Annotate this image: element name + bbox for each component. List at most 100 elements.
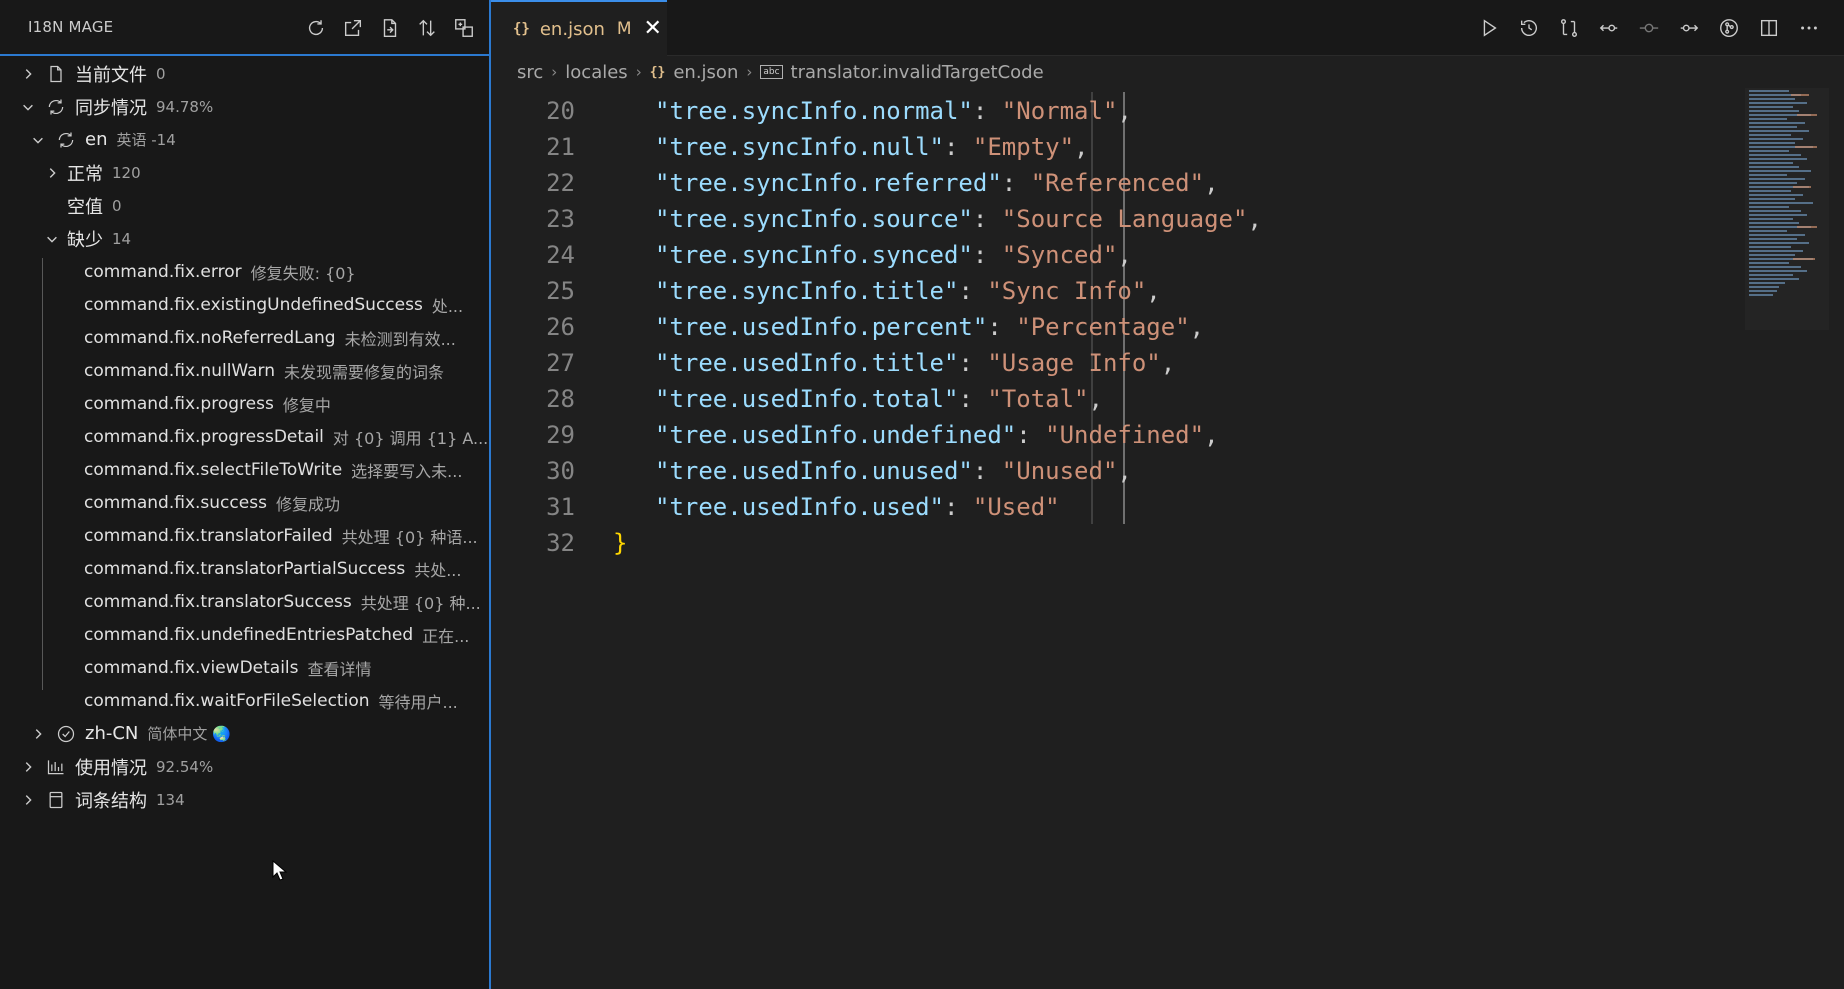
json-value: "Percentage" [1016, 313, 1190, 341]
code-line: 20 "tree.syncInfo.normal": "Normal", [491, 93, 1132, 129]
json-comma: , [1088, 385, 1103, 413]
open-external-icon[interactable] [339, 14, 366, 41]
close-icon[interactable]: ✕ [644, 18, 662, 40]
modified-badge: M [616, 19, 632, 39]
missing-entry[interactable]: command.fix.translatorFailed 共处理 {0} 种语..… [0, 519, 573, 552]
tree-item-sync-info[interactable]: 同步情况 94.78% [0, 90, 509, 123]
entry-key: command.fix.waitForFileSelection [84, 690, 370, 711]
tree-item-lang-zh-cn[interactable]: zh-CN 简体中文 🌏 [0, 717, 519, 750]
entry-key: command.fix.nullWarn [84, 360, 276, 381]
missing-entry[interactable]: command.fix.error 修复失败: {0} [0, 255, 573, 288]
chevron-right-icon[interactable] [20, 66, 36, 82]
json-value: "Empty" [972, 133, 1075, 161]
missing-entry[interactable]: command.fix.progressDetail 对 {0} 调用 {1} A… [0, 420, 573, 453]
compare-icon[interactable] [1555, 14, 1582, 41]
line-number: 29 [546, 421, 575, 449]
line-number: 28 [546, 385, 575, 413]
entry-key: command.fix.selectFileToWrite [84, 459, 343, 480]
string-key-icon: abc [760, 65, 783, 79]
missing-entry[interactable]: command.fix.success 修复成功 [0, 486, 573, 519]
chevron-right-icon: › [635, 63, 642, 81]
tree-item-empty[interactable]: 空值 0 [0, 189, 549, 222]
json-value: "Synced" [1001, 241, 1118, 269]
chevron-right-icon[interactable] [30, 726, 46, 742]
tree-item-usage-info[interactable]: 使用情况 92.54% [0, 750, 509, 783]
json-file-icon: {} [649, 64, 666, 80]
entry-value: 修复成功 [275, 494, 340, 514]
revert-icon[interactable] [1595, 14, 1622, 41]
json-value: "Normal" [1001, 97, 1118, 125]
code-line: 31 "tree.usedInfo.used": "Used" [491, 489, 1060, 525]
minimap[interactable] [1745, 88, 1829, 330]
sidebar-header: I18N MAGE [0, 0, 489, 56]
sidebar-actions [302, 14, 477, 41]
json-key: "tree.syncInfo.null" [655, 133, 944, 161]
chevron-down-icon[interactable] [44, 231, 60, 247]
code-line: 32} [491, 525, 627, 561]
chart-icon [44, 755, 68, 779]
commit-icon[interactable] [1635, 14, 1662, 41]
code-line: 23 "tree.syncInfo.source": "Source Langua… [491, 201, 1262, 237]
entry-value: 正在... [422, 626, 470, 646]
tab-en-json[interactable]: {} en.json M ✕ [491, 0, 667, 56]
line-number: 26 [546, 313, 575, 341]
json-comma: , [1204, 421, 1219, 449]
git-graph-icon[interactable] [1715, 14, 1742, 41]
line-number: 20 [546, 97, 575, 125]
tree-item-normal[interactable]: 正常 120 [0, 156, 533, 189]
export-icon[interactable] [376, 14, 403, 41]
missing-entry[interactable]: command.fix.existingUndefinedSuccess 处... [0, 288, 573, 321]
breadcrumb-symbol[interactable]: translator.invalidTargetCode [791, 62, 1044, 83]
tree-item-label: 同步情况 [75, 97, 147, 119]
translate-icon[interactable] [450, 14, 477, 41]
json-key: "tree.usedInfo.unused" [655, 457, 973, 485]
tree-item-current-file[interactable]: 当前文件 0 [0, 57, 509, 90]
missing-entry[interactable]: command.fix.viewDetails 查看详情 [0, 651, 573, 684]
breadcrumb-file[interactable]: en.json [673, 62, 738, 83]
tree-item-missing[interactable]: 缺少 14 [0, 222, 533, 255]
json-key: "tree.syncInfo.title" [655, 277, 959, 305]
missing-entry[interactable]: command.fix.progress 修复中 [0, 387, 573, 420]
json-comma: , [1117, 241, 1132, 269]
chevron-right-icon[interactable] [44, 165, 60, 181]
missing-entry[interactable]: command.fix.selectFileToWrite 选择要写入未... [0, 453, 573, 486]
chevron-down-icon[interactable] [30, 132, 46, 148]
sort-icon[interactable] [413, 14, 440, 41]
code-line: 26 "tree.usedInfo.percent": "Percentage", [491, 309, 1204, 345]
tree-item-lang-en[interactable]: en 英语 -14 [0, 123, 519, 156]
forward-icon[interactable] [1675, 14, 1702, 41]
entry-key: command.fix.existingUndefinedSuccess [84, 294, 423, 315]
editor-area: {} en.json M ✕ src › locales › {} en.jso… [491, 0, 1844, 989]
chevron-right-icon[interactable] [20, 792, 36, 808]
breadcrumb-locales[interactable]: locales [565, 62, 627, 83]
missing-entry[interactable]: command.fix.waitForFileSelection 等待用户... [0, 684, 573, 717]
refresh-icon[interactable] [302, 14, 329, 41]
split-editor-icon[interactable] [1755, 14, 1782, 41]
entry-key: command.fix.progress [84, 393, 274, 414]
run-icon[interactable] [1475, 14, 1502, 41]
json-key: "tree.syncInfo.synced" [655, 241, 973, 269]
i18n-mage-sidebar: I18N MAGE 当前文件 0 同步情况 94.78% en 英语 -14 正… [0, 0, 491, 989]
missing-entry[interactable]: command.fix.translatorSuccess 共处理 {0} 种..… [0, 585, 573, 618]
tree-item-entry-structure[interactable]: 词条结构 134 [0, 783, 509, 816]
missing-entry[interactable]: command.fix.noReferredLang 未检测到有效... [0, 321, 573, 354]
json-value: "Total" [987, 385, 1089, 413]
tree-item-desc: 120 [112, 163, 141, 182]
history-icon[interactable] [1515, 14, 1542, 41]
chevron-down-icon[interactable] [20, 99, 36, 115]
missing-entry[interactable]: command.fix.translatorPartialSuccess 共处..… [0, 552, 573, 585]
chevron-right-icon[interactable] [20, 759, 36, 775]
entry-value: 修复中 [282, 395, 331, 415]
more-icon[interactable] [1795, 14, 1822, 41]
breadcrumb-src[interactable]: src [517, 62, 543, 83]
entry-key: command.fix.undefinedEntriesPatched [84, 624, 414, 645]
editor-actions [1475, 14, 1822, 41]
json-value: "Usage Info" [987, 349, 1161, 377]
tree-item-label: zh-CN [85, 723, 139, 744]
json-comma: , [1204, 169, 1219, 197]
line-number: 22 [546, 169, 575, 197]
missing-entry[interactable]: command.fix.nullWarn 未发现需要修复的词条 [0, 354, 573, 387]
entry-key: command.fix.translatorSuccess [84, 591, 352, 612]
entry-value: 共处... [414, 560, 462, 580]
missing-entry[interactable]: command.fix.undefinedEntriesPatched 正在... [0, 618, 573, 651]
